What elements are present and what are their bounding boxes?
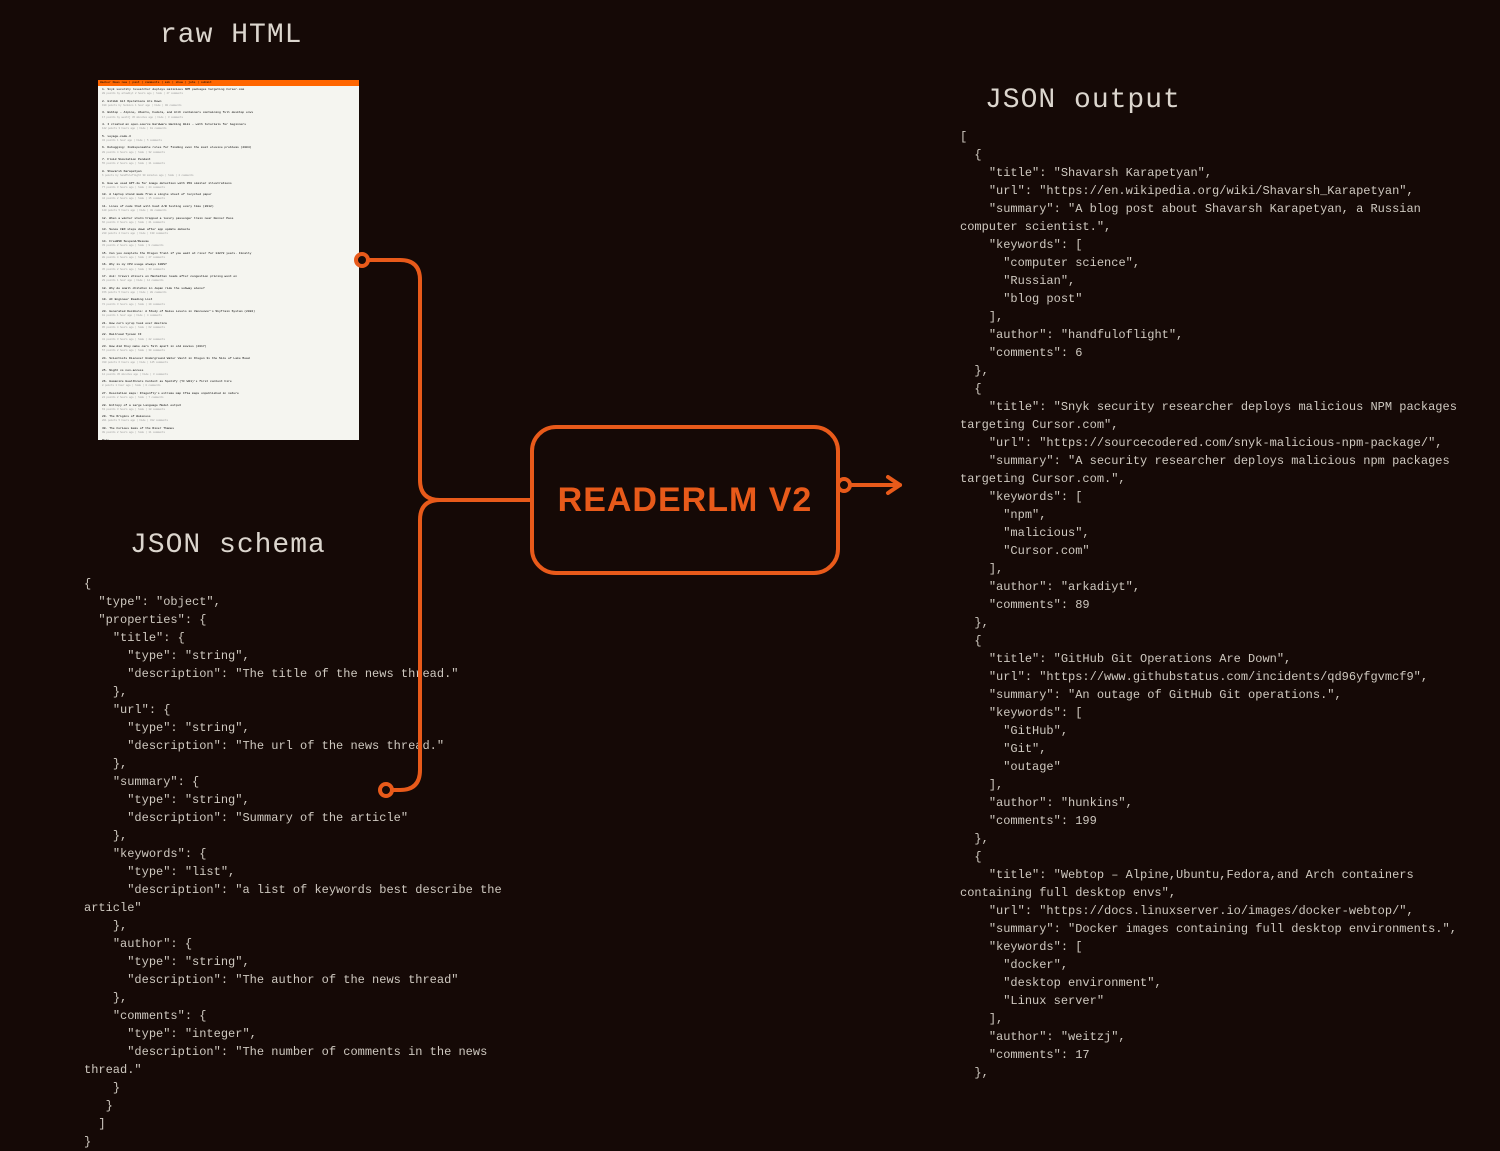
label-raw-html: raw HTML: [160, 20, 302, 51]
hn-list-item: 28. Entropy of a Large Language Model ou…: [102, 404, 355, 412]
central-model-box: READERLM V2: [530, 425, 840, 575]
raw-html-preview: Hacker News new | past | comments | ask …: [98, 80, 359, 440]
hn-list-item: 18. Why do small children in Japan ride …: [102, 287, 355, 295]
hn-list-item: 30. The Curious Gems of the River Thames…: [102, 427, 355, 435]
hn-list-item: 24. Scientists Discover Underground Wate…: [102, 357, 355, 365]
label-json-output: JSON output: [985, 85, 1181, 116]
hn-body: 1. Snyk security researcher deploys mali…: [98, 86, 359, 440]
hn-list-item: 14. FreeBSD Suspend/Resume33 points 2 ho…: [102, 240, 355, 248]
hn-list-item: 19. AI Engineer Reading List72 points 3 …: [102, 298, 355, 306]
hn-list-item: 23. How did they make cars fall apart in…: [102, 345, 355, 353]
hn-list-item: 2. GitHub Git Operations Are Down199 poi…: [102, 100, 355, 108]
hn-list-item: 7. Fluid Simulation Pendant55 points 2 h…: [102, 158, 355, 166]
hn-list-item: 1. Snyk security researcher deploys mali…: [102, 88, 355, 96]
hn-list-item: 12. When a winter storm trapped a luxury…: [102, 217, 355, 225]
hn-list-item: 29. The Origins of Wokeness201 points 5 …: [102, 415, 355, 423]
hn-list-item: 16. Why is my CPU usage always 100%?45 p…: [102, 263, 355, 271]
hn-list-item: 26. Humanize Healthcare Content as Spoti…: [102, 380, 355, 388]
hn-list-item: 10. A laptop stand made from a single sh…: [102, 193, 355, 201]
hn-list-item: 27. Desolation maps: Dragonfly's extreme…: [102, 392, 355, 400]
hn-list-item: 13. Sonos CEO steps down after app updat…: [102, 228, 355, 236]
hn-list-item: 6. Debugging: Indispensable rules for fi…: [102, 146, 355, 154]
hn-list-item: 9. How we used GPT-4o for image detectio…: [102, 182, 355, 190]
hn-list-item: 21. How corn syrup took over America95 p…: [102, 322, 355, 330]
hn-list-item: 4. I created an open-source Hardware Hac…: [102, 123, 355, 131]
hn-list-item: 15. Can you complete the Oregon Trail if…: [102, 252, 355, 260]
hn-list-item: 20. Generated Decibels: A Study of Noise…: [102, 310, 355, 318]
hn-list-item: 3. Webtop – Alpine, Ubuntu, Fedora, and …: [102, 111, 355, 119]
hn-list-item: 22. Railroad Tycoon II41 points 3 hours …: [102, 333, 355, 341]
json-output-code: [ { "title": "Shavarsh Karapetyan", "url…: [960, 128, 1460, 1082]
hn-list-item: 25. Night vs non-access12 points 45 minu…: [102, 369, 355, 377]
central-model-label: READERLM V2: [558, 481, 813, 520]
hn-list-item: 17. Ask: travel drivers on Manhattan roa…: [102, 275, 355, 283]
hn-list-item: 5. voyage-code-334 points 1 hour ago | h…: [102, 135, 355, 143]
label-json-schema: JSON schema: [130, 530, 326, 561]
hn-list-item: 8. Shavarsh Karapetyan6 points by handfu…: [102, 170, 355, 178]
json-schema-code: { "type": "object", "properties": { "tit…: [84, 575, 504, 1151]
hn-list-item: 11. Lines of code that will beat A/B tes…: [102, 205, 355, 213]
